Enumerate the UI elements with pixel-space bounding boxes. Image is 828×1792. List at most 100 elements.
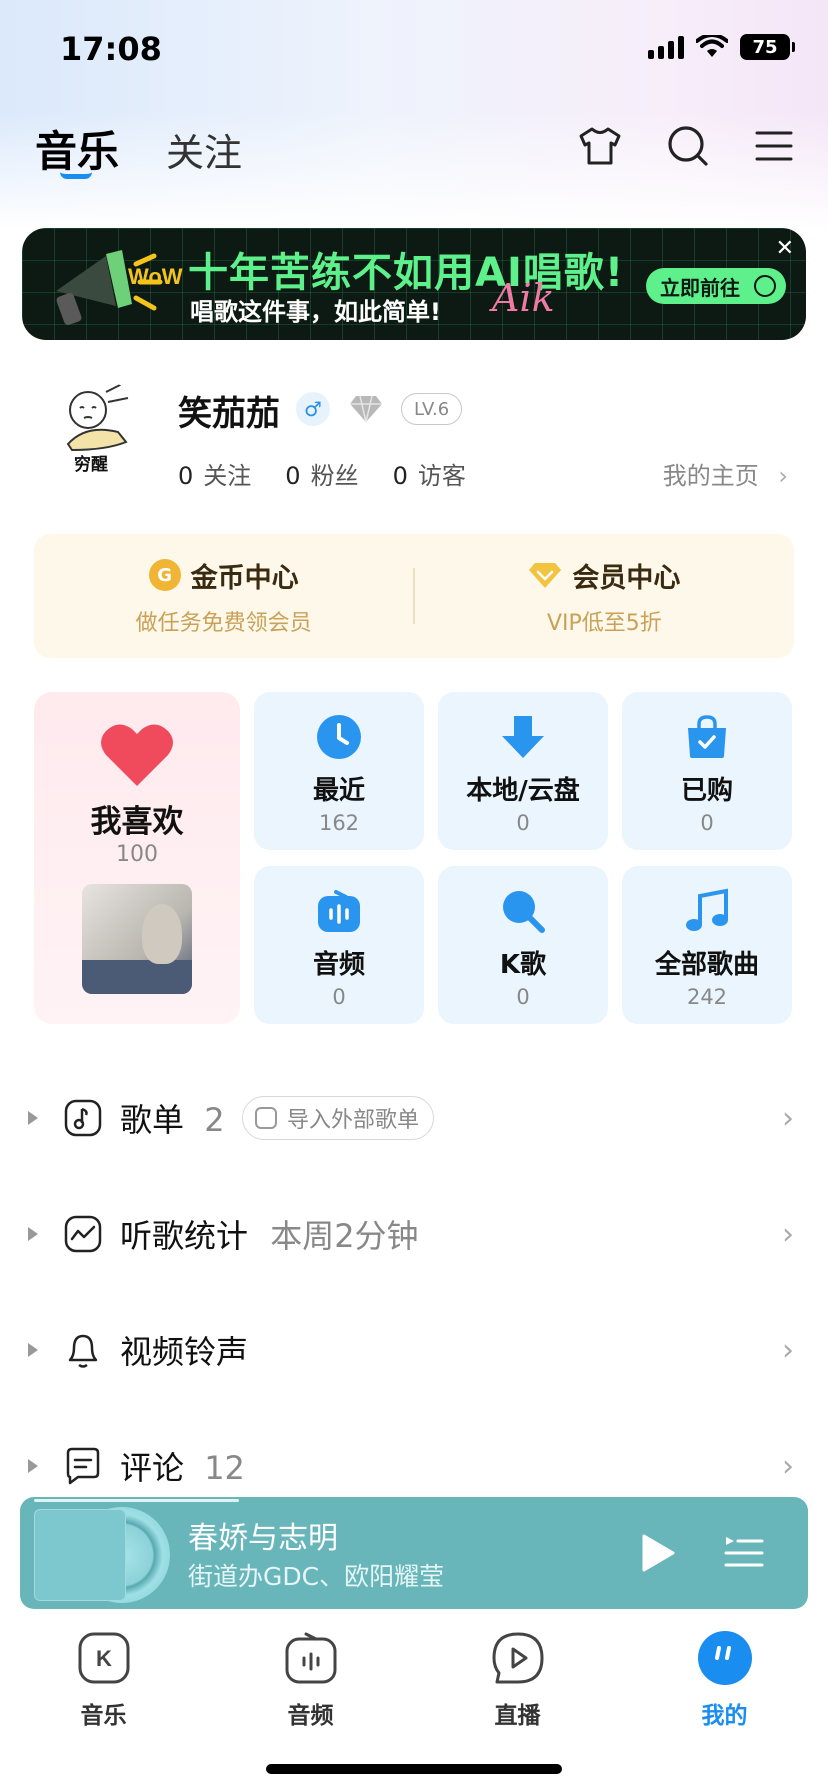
bell-icon [64, 1331, 102, 1369]
tab-bar-audio[interactable]: 音频 [207, 1630, 414, 1740]
comments-count: 12 [204, 1449, 245, 1487]
playlist-queue-icon[interactable] [724, 1533, 764, 1571]
level-badge[interactable]: LV.6 [401, 393, 463, 425]
banner-cta-button[interactable]: 立即前往 [646, 268, 786, 304]
live-play-icon [490, 1630, 546, 1686]
recent-tile[interactable]: 最近 162 [254, 692, 424, 850]
search-icon[interactable] [660, 118, 716, 174]
chevron-right-icon: › [782, 1100, 794, 1136]
banner-cta-label: 立即前往 [660, 275, 740, 300]
homepage-label: 我的主页 [662, 462, 759, 490]
follow-stat[interactable]: 0 关注 [178, 456, 251, 491]
microphone-icon [503, 891, 545, 933]
status-time: 17:08 [60, 30, 162, 68]
karaoke-count: 0 [516, 985, 530, 1009]
ringtone-row[interactable]: 视频铃声 › [0, 1320, 828, 1380]
mini-player[interactable]: 春娇与志明 街道办GDC、欧阳耀莹 [20, 1497, 808, 1609]
avatar-caption: 穷醒 [74, 455, 108, 475]
import-icon [255, 1107, 277, 1129]
megaphone-icon: WoW [56, 250, 183, 326]
benefits-panel: G 金币中心 做任务免费领会员 会员中心 VIP低至5折 [34, 534, 794, 658]
username[interactable]: 笑茄茄 [178, 386, 280, 435]
import-label: 导入外部歌单 [287, 1108, 420, 1133]
mine-face-icon [697, 1630, 753, 1686]
tab-music[interactable]: 音乐 [35, 118, 119, 179]
karaoke-tile[interactable]: K歌 0 [438, 866, 608, 1024]
comments-row[interactable]: 评论 12 › [0, 1436, 828, 1496]
chevron-right-icon: › [782, 1332, 794, 1368]
chevron-right-icon: › [782, 1448, 794, 1484]
playlist-icon [64, 1099, 102, 1137]
audio-wave-icon [283, 1630, 339, 1686]
expand-triangle-icon[interactable] [28, 1111, 38, 1125]
follow-label: 关注 [203, 462, 252, 490]
skin-icon[interactable] [572, 118, 628, 174]
expand-triangle-icon[interactable] [28, 1343, 38, 1357]
tab-bar-mine[interactable]: 我的 [621, 1630, 828, 1740]
banner-script-text: Aik [492, 276, 555, 320]
signal-icon [648, 35, 684, 59]
fans-stat[interactable]: 0 粉丝 [285, 456, 358, 491]
wifi-icon [696, 35, 728, 57]
tab-bar-live[interactable]: 直播 [414, 1630, 621, 1740]
expand-triangle-icon[interactable] [28, 1227, 38, 1241]
listening-stats-row[interactable]: 听歌统计 本周2分钟 › [0, 1204, 828, 1264]
purchased-label: 已购 [680, 776, 733, 806]
heart-icon [101, 724, 173, 786]
player-album-cover [34, 1509, 126, 1601]
comments-label: 评论 12 [120, 1443, 245, 1489]
vip-center-button[interactable]: 会员中心 VIP低至5折 [415, 534, 794, 658]
ringtone-label: 视频铃声 [120, 1333, 249, 1371]
play-icon[interactable] [640, 1533, 676, 1573]
recent-count: 162 [318, 811, 360, 835]
svg-text:K: K [96, 1646, 112, 1671]
close-icon[interactable]: ✕ [776, 236, 794, 261]
tab-bar-live-label: 直播 [494, 1703, 541, 1729]
playlists-row[interactable]: 歌单 2 导入外部歌单 › [0, 1088, 828, 1148]
audio-tile[interactable]: 音频 0 [254, 866, 424, 1024]
tab-follow[interactable]: 关注 [166, 122, 242, 177]
banner-title: 十年苦练不如用AI唱歌! [188, 250, 625, 296]
import-playlist-button[interactable]: 导入外部歌单 [242, 1096, 435, 1140]
listening-stats-title: 听歌统计 [120, 1217, 249, 1255]
clock-icon [317, 715, 361, 759]
playlists-label: 歌单 2 [120, 1095, 225, 1141]
battery-icon: 75 [740, 34, 795, 60]
favorites-label: 我喜欢 [90, 804, 184, 840]
diamond-icon[interactable] [348, 393, 384, 425]
promo-banner[interactable]: WoW 十年苦练不如用AI唱歌! 唱歌这件事，如此简单! Aik 立即前往 ✕ [22, 228, 806, 340]
all-songs-count: 242 [686, 985, 728, 1009]
avatar[interactable]: 穷醒 [46, 380, 150, 484]
coin-center-title: 金币中心 [190, 562, 299, 594]
stats-chart-icon [64, 1215, 102, 1253]
visitors-stat[interactable]: 0 访客 [393, 456, 466, 491]
audio-label: 音频 [312, 950, 365, 980]
purchased-tile[interactable]: 已购 0 [622, 692, 792, 850]
local-tile[interactable]: 本地/云盘 0 [438, 692, 608, 850]
music-note-icon [686, 888, 728, 931]
favorites-album-cover [82, 884, 192, 994]
tab-bar-music[interactable]: K 音乐 [0, 1630, 207, 1740]
bottom-tab-bar: K 音乐 音频 直播 我的 [0, 1630, 828, 1740]
all-songs-tile[interactable]: 全部歌曲 242 [622, 866, 792, 1024]
menu-icon[interactable] [746, 118, 802, 174]
local-count: 0 [516, 811, 530, 835]
favorites-tile[interactable]: 我喜欢 100 [34, 692, 240, 1024]
expand-triangle-icon[interactable] [28, 1459, 38, 1473]
wow-text: WoW [128, 264, 183, 289]
purchased-count: 0 [700, 811, 714, 835]
coin-center-button[interactable]: G 金币中心 做任务免费领会员 [34, 534, 413, 658]
homepage-link[interactable]: 我的主页 › [663, 456, 788, 491]
audio-icon [318, 890, 360, 932]
all-songs-label: 全部歌曲 [654, 950, 759, 980]
gold-coin-icon: G [148, 559, 181, 591]
player-song-title: 春娇与志明 [188, 1521, 338, 1556]
vip-diamond-icon [529, 563, 562, 588]
tab-bar-mine-label: 我的 [701, 1703, 748, 1729]
tab-bar-audio-label: 音频 [287, 1703, 334, 1729]
chevron-right-icon: › [782, 1216, 794, 1252]
listening-stats-label: 听歌统计 本周2分钟 [120, 1211, 419, 1257]
tab-active-indicator [60, 172, 92, 179]
visitors-count: 0 [392, 462, 408, 490]
playlists-count: 2 [204, 1101, 225, 1139]
